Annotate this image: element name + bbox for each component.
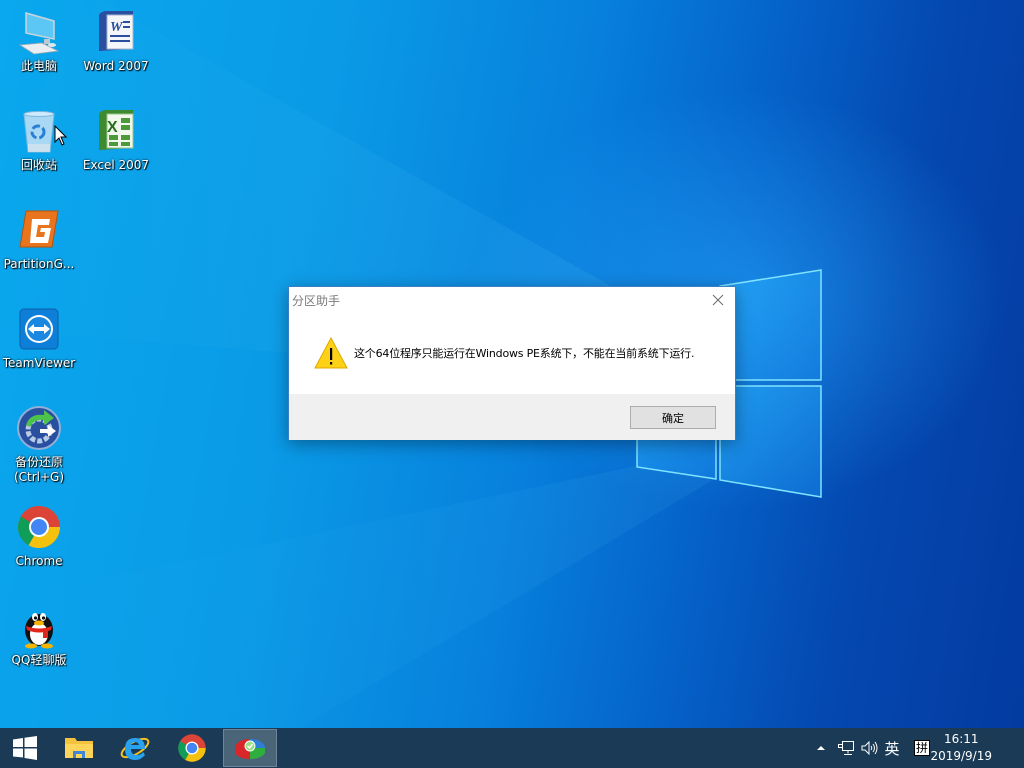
speaker-icon [861, 741, 878, 755]
desktop-icon-label: 回收站 [20, 158, 57, 172]
desktop-icon-label: PartitionG... [3, 257, 75, 271]
start-button[interactable] [0, 728, 50, 768]
partition-guru-icon [15, 206, 63, 254]
ie-icon [120, 737, 150, 760]
svg-text:X: X [107, 119, 118, 136]
desktop-icon-word-2007[interactable]: W Word 2007 [79, 8, 153, 74]
desktop-icon-teamviewer[interactable]: TeamViewer [2, 305, 76, 371]
ime-mode-button[interactable]: 英 [882, 728, 902, 768]
taskbar-partition-assistant[interactable] [223, 729, 277, 767]
volume-button[interactable] [860, 728, 880, 768]
taskbar-chrome[interactable] [167, 728, 217, 768]
desktop-icon-this-pc[interactable]: 此电脑 [2, 8, 76, 74]
close-button[interactable] [709, 291, 727, 309]
dialog-footer: 确定 [289, 394, 735, 440]
dialog-content: 这个64位程序只能运行在Windows PE系统下，不能在当前系统下运行. [289, 317, 735, 394]
taskbar: 英 拼 16:11 2019/9/19 [0, 728, 1024, 768]
clock-date: 2019/9/19 [930, 749, 992, 763]
close-icon [712, 294, 724, 306]
desktop-icon-label: QQ轻聊版 [11, 653, 67, 667]
warning-icon [314, 337, 348, 369]
excel-icon: X [92, 107, 140, 155]
computer-icon [15, 8, 63, 56]
desktop-icon-backup-restore[interactable]: 备份还原 (Ctrl+G) [2, 404, 76, 485]
dialog-message: 这个64位程序只能运行在Windows PE系统下，不能在当前系统下运行. [354, 347, 695, 360]
mouse-cursor-icon [54, 125, 67, 146]
dialog-title: 分区助手 [292, 294, 341, 308]
ime-name: 拼 [913, 740, 930, 756]
teamviewer-icon [15, 305, 63, 353]
network-status-button[interactable] [836, 728, 856, 768]
taskbar-file-explorer[interactable] [54, 728, 104, 768]
backup-restore-icon [15, 404, 63, 452]
desktop-icon-label: Word 2007 [83, 59, 149, 73]
taskbar-internet-explorer[interactable] [110, 728, 160, 768]
desktop-icon-chrome[interactable]: Chrome [2, 503, 76, 569]
word-icon: W [92, 8, 140, 56]
desktop-icon-label: 此电脑 [20, 59, 57, 73]
message-dialog: 分区助手 这个64位程序只能运行在Windows PE系统下，不能在当前系统下运… [288, 286, 736, 440]
chrome-icon [178, 734, 206, 762]
ime-indicator[interactable]: 拼 [912, 728, 932, 768]
chrome-icon [15, 503, 63, 551]
desktop-icon-excel-2007[interactable]: X Excel 2007 [79, 107, 153, 173]
chevron-up-icon [817, 746, 825, 750]
desktop-icon-qq[interactable]: QQ轻聊版 [2, 602, 76, 668]
network-icon [838, 740, 854, 755]
clock[interactable]: 16:11 2019/9/19 [930, 731, 992, 765]
folder-icon [65, 738, 93, 758]
svg-text:W: W [110, 20, 124, 35]
show-hidden-icons-button[interactable] [814, 728, 828, 768]
clock-time: 16:11 [943, 732, 979, 746]
desktop-icon-label: 备份还原 (Ctrl+G) [13, 455, 65, 484]
desktop-icon-partitionguru[interactable]: PartitionG... [2, 206, 76, 272]
desktop-icon-label: TeamViewer [2, 356, 76, 370]
desktop-icon-label: Chrome [15, 554, 63, 568]
partition-assistant-icon [235, 739, 265, 760]
windows-start-icon [13, 736, 37, 760]
ok-button[interactable]: 确定 [630, 406, 716, 429]
desktop-icon-label: Excel 2007 [82, 158, 150, 172]
qq-icon [15, 602, 63, 650]
show-desktop-button[interactable] [1018, 728, 1024, 768]
